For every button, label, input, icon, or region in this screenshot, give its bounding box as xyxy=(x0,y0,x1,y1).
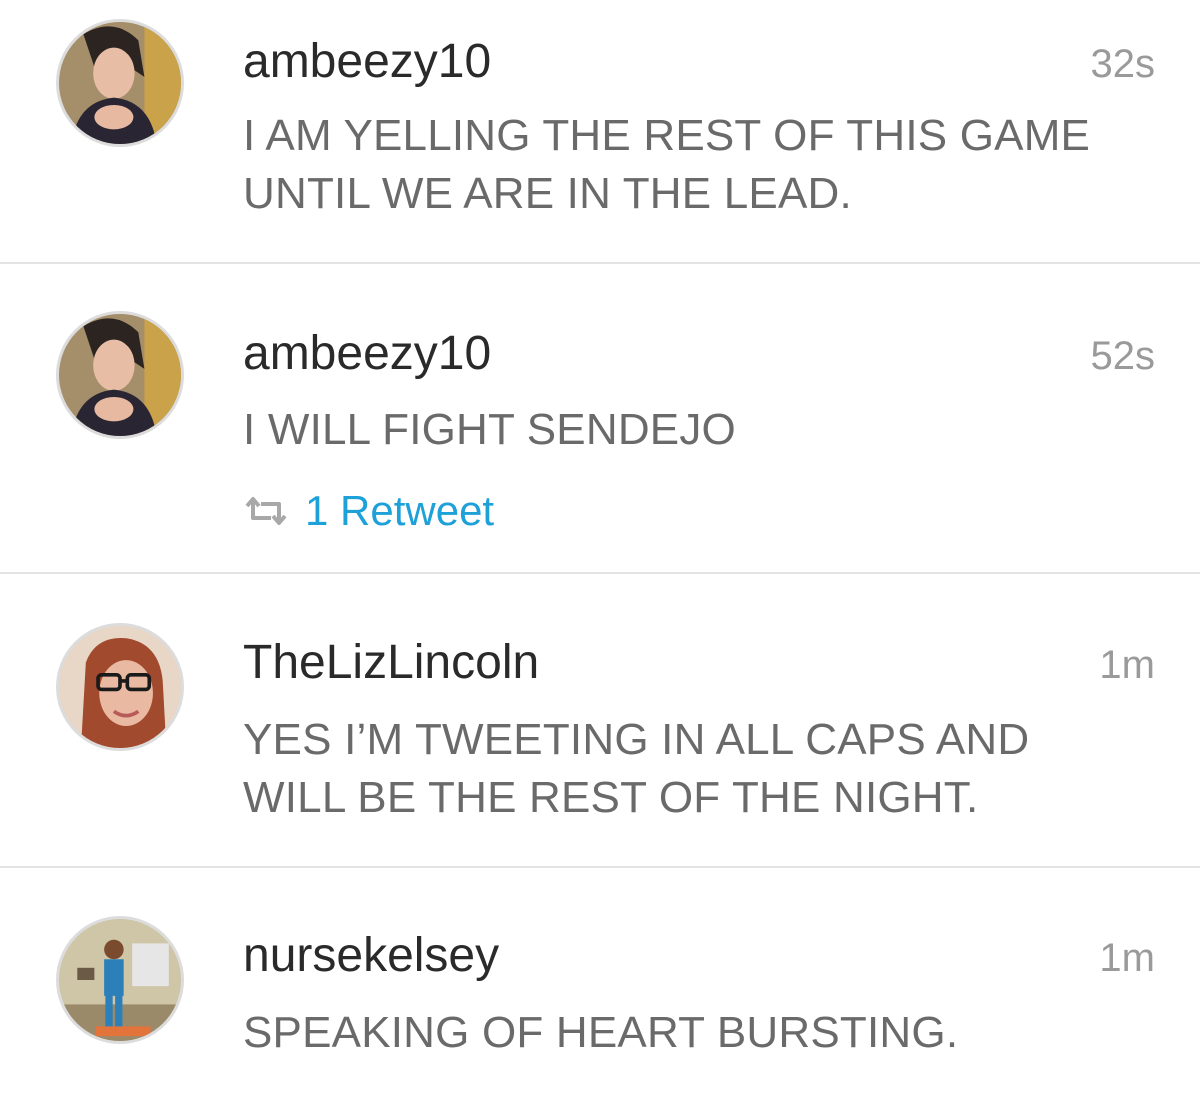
timestamp: 32s xyxy=(1090,42,1156,86)
tweet-text: YES I’M TWEETING IN ALL CAPS AND WILL BE… xyxy=(243,711,1163,827)
tweet-feed: ambeezy10 32s I AM YELLING THE REST OF T… xyxy=(0,0,1200,1095)
username[interactable]: nursekelsey xyxy=(243,928,499,984)
tweet-text: I AM YELLING THE REST OF THIS GAME UNTIL… xyxy=(243,107,1163,223)
retweet-icon xyxy=(245,497,287,525)
avatar[interactable] xyxy=(56,19,184,147)
tweet-text: SPEAKING OF HEART BURSTING. xyxy=(243,1004,1163,1062)
tweet-text: I WILL FIGHT SENDEJO xyxy=(243,401,1163,459)
username[interactable]: ambeezy10 xyxy=(243,326,491,382)
user-photo-icon xyxy=(59,314,181,436)
tweet-item[interactable]: nursekelsey 1m SPEAKING OF HEART BURSTIN… xyxy=(0,868,1200,1095)
retweet-count-link[interactable]: 1 Retweet xyxy=(243,486,494,536)
timestamp: 52s xyxy=(1090,334,1156,378)
timestamp: 1m xyxy=(1099,936,1155,980)
username[interactable]: TheLizLincoln xyxy=(243,635,539,691)
avatar[interactable] xyxy=(56,623,184,751)
tweet-text-line: I AM YELLING THE REST OF THIS GAME xyxy=(243,111,1091,160)
tweet-text-line: UNTIL WE ARE IN THE LEAD. xyxy=(243,169,852,218)
user-photo-icon xyxy=(59,919,181,1041)
tweet-text-line: SPEAKING OF HEART BURSTING. xyxy=(243,1008,959,1057)
retweet-label[interactable]: 1 Retweet xyxy=(305,487,494,535)
tweet-text-line: WILL BE THE REST OF THE NIGHT. xyxy=(243,773,979,822)
tweet-item[interactable]: ambeezy10 52s I WILL FIGHT SENDEJO 1 Ret… xyxy=(0,264,1200,572)
tweet-text-line: YES I’M TWEETING IN ALL CAPS AND xyxy=(243,715,1030,764)
user-photo-icon xyxy=(59,22,181,144)
timestamp: 1m xyxy=(1099,643,1155,687)
tweet-item[interactable]: TheLizLincoln 1m YES I’M TWEETING IN ALL… xyxy=(0,574,1200,866)
avatar[interactable] xyxy=(56,916,184,1044)
tweet-item[interactable]: ambeezy10 32s I AM YELLING THE REST OF T… xyxy=(0,0,1200,262)
tweet-text-line: I WILL FIGHT SENDEJO xyxy=(243,405,736,454)
username[interactable]: ambeezy10 xyxy=(243,34,491,90)
user-photo-icon xyxy=(59,626,181,748)
avatar[interactable] xyxy=(56,311,184,439)
